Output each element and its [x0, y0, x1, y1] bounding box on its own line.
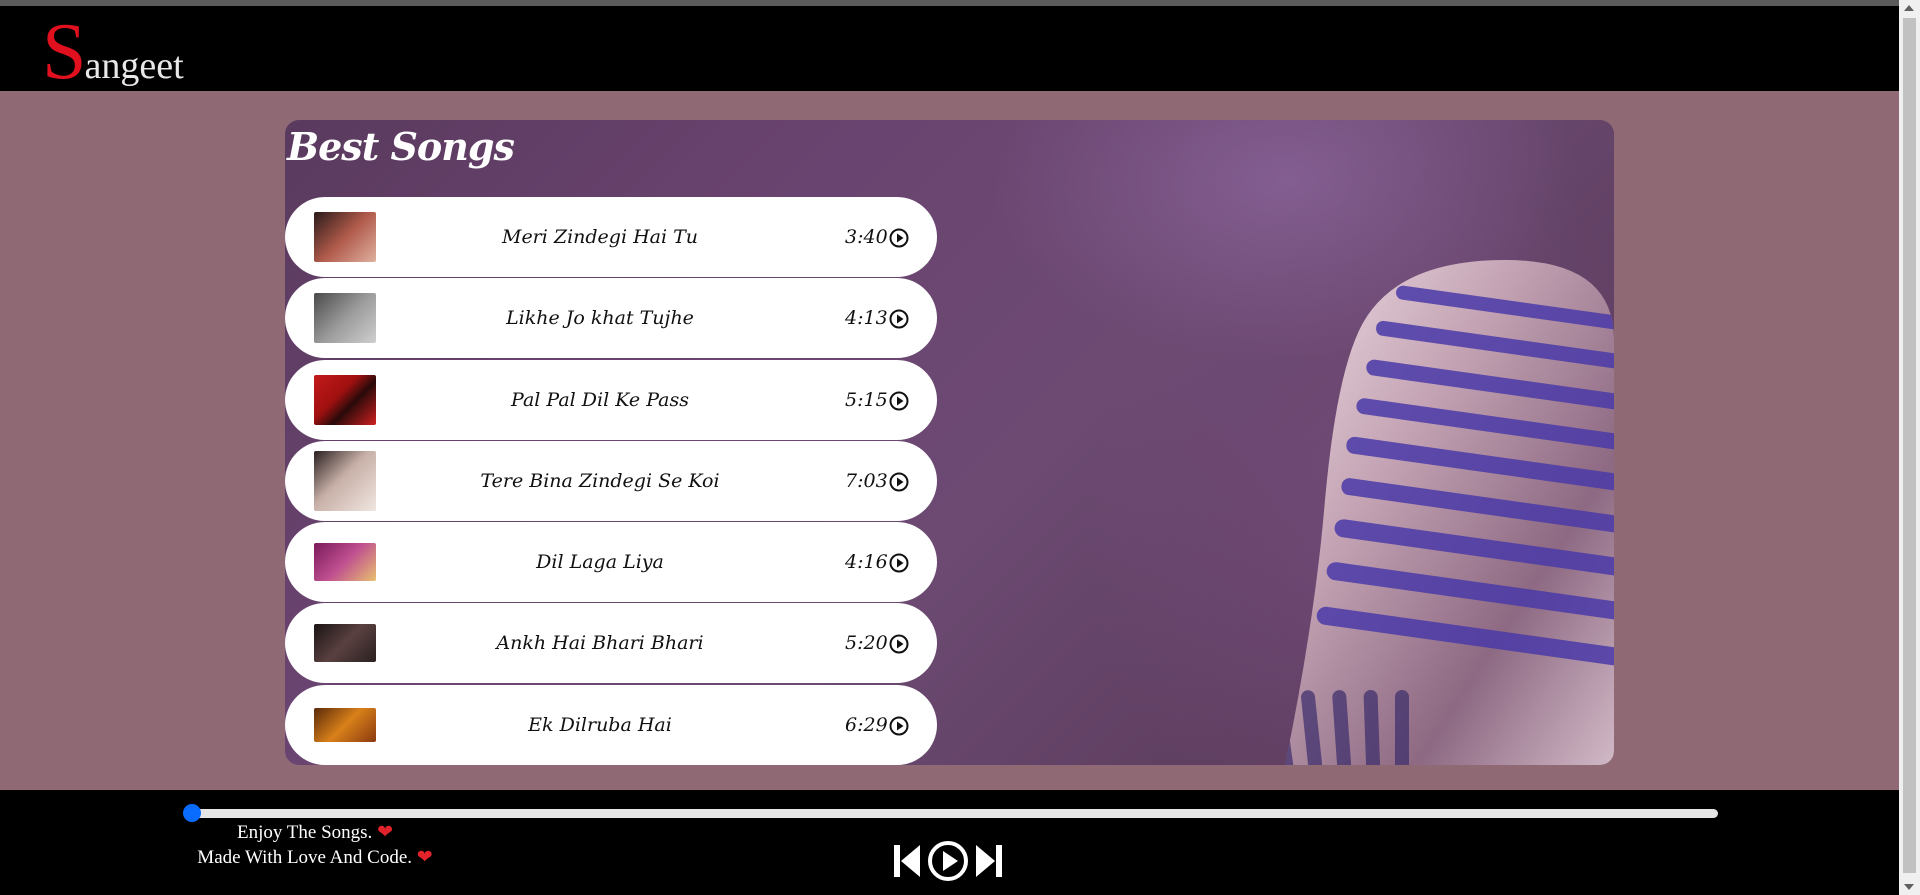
play-icon[interactable] [927, 840, 969, 882]
brand-logo[interactable]: Sangeet [42, 12, 184, 92]
song-item[interactable]: Likhe Jo khat Tujhe 4:13 [285, 278, 937, 358]
scroll-down-arrow-icon[interactable] [1904, 884, 1914, 890]
song-title: Ek Dilruba Hai [528, 714, 672, 736]
footer-line-2: Made With Love And Code. ❤ [197, 847, 433, 868]
song-item[interactable]: Ek Dilruba Hai 6:29 [285, 685, 937, 765]
song-title: Likhe Jo khat Tujhe [506, 307, 694, 329]
play-circle-icon[interactable] [889, 472, 909, 492]
song-duration: 6:29 [845, 714, 888, 736]
song-item[interactable]: Meri Zindegi Hai Tu 3:40 [285, 197, 937, 277]
song-title: Ankh Hai Bhari Bhari [496, 632, 704, 654]
song-duration: 5:15 [845, 389, 888, 411]
song-item[interactable]: Tere Bina Zindegi Se Koi 7:03 [285, 441, 937, 521]
player-bar: Enjoy The Songs. ❤ Made With Love And Co… [0, 790, 1899, 895]
footer-text: Enjoy The Songs. ❤ Made With Love And Co… [190, 820, 440, 870]
scrollbar-thumb[interactable] [1903, 18, 1916, 873]
song-duration: 4:16 [845, 551, 888, 573]
heart-icon: ❤ [377, 822, 393, 843]
play-circle-icon[interactable] [889, 228, 909, 248]
play-circle-icon[interactable] [889, 716, 909, 736]
next-icon[interactable] [975, 841, 1003, 881]
logo-letter: S [42, 8, 87, 96]
song-item[interactable]: Dil Laga Liya 4:16 [285, 522, 937, 602]
songs-panel: Best Songs Meri Zindegi Hai Tu 3:40 Likh… [285, 120, 1614, 765]
logo-text: angeet [84, 45, 184, 87]
song-thumbnail [314, 451, 376, 511]
play-circle-icon[interactable] [889, 553, 909, 573]
play-circle-icon[interactable] [889, 634, 909, 654]
song-thumbnail [314, 543, 376, 581]
song-thumbnail [314, 708, 376, 742]
player-controls [893, 840, 1003, 882]
footer-line-1: Enjoy The Songs. ❤ [237, 822, 393, 843]
microphone-image [1285, 260, 1614, 765]
song-thumbnail [314, 375, 376, 425]
song-thumbnail [314, 624, 376, 662]
previous-icon[interactable] [893, 841, 921, 881]
song-title: Meri Zindegi Hai Tu [501, 226, 699, 248]
song-title: Pal Pal Dil Ke Pass [511, 389, 689, 411]
song-title: Dil Laga Liya [536, 551, 664, 573]
song-duration: 5:20 [845, 632, 888, 654]
scroll-up-arrow-icon[interactable] [1904, 5, 1914, 11]
navbar: Sangeet [0, 6, 1899, 92]
heart-icon: ❤ [416, 847, 433, 868]
song-thumbnail [314, 212, 376, 262]
song-item[interactable]: Pal Pal Dil Ke Pass 5:15 [285, 360, 937, 440]
song-item[interactable]: Ankh Hai Bhari Bhari 5:20 [285, 603, 937, 683]
song-duration: 4:13 [845, 307, 888, 329]
play-circle-icon[interactable] [889, 309, 909, 329]
song-thumbnail [314, 293, 376, 343]
section-title: Best Songs [287, 124, 515, 169]
play-circle-icon[interactable] [889, 391, 909, 411]
song-title: Tere Bina Zindegi Se Koi [480, 470, 720, 492]
song-duration: 3:40 [845, 226, 888, 248]
song-duration: 7:03 [845, 470, 888, 492]
progress-slider[interactable] [190, 809, 1718, 818]
scrollbar[interactable] [1899, 0, 1920, 895]
